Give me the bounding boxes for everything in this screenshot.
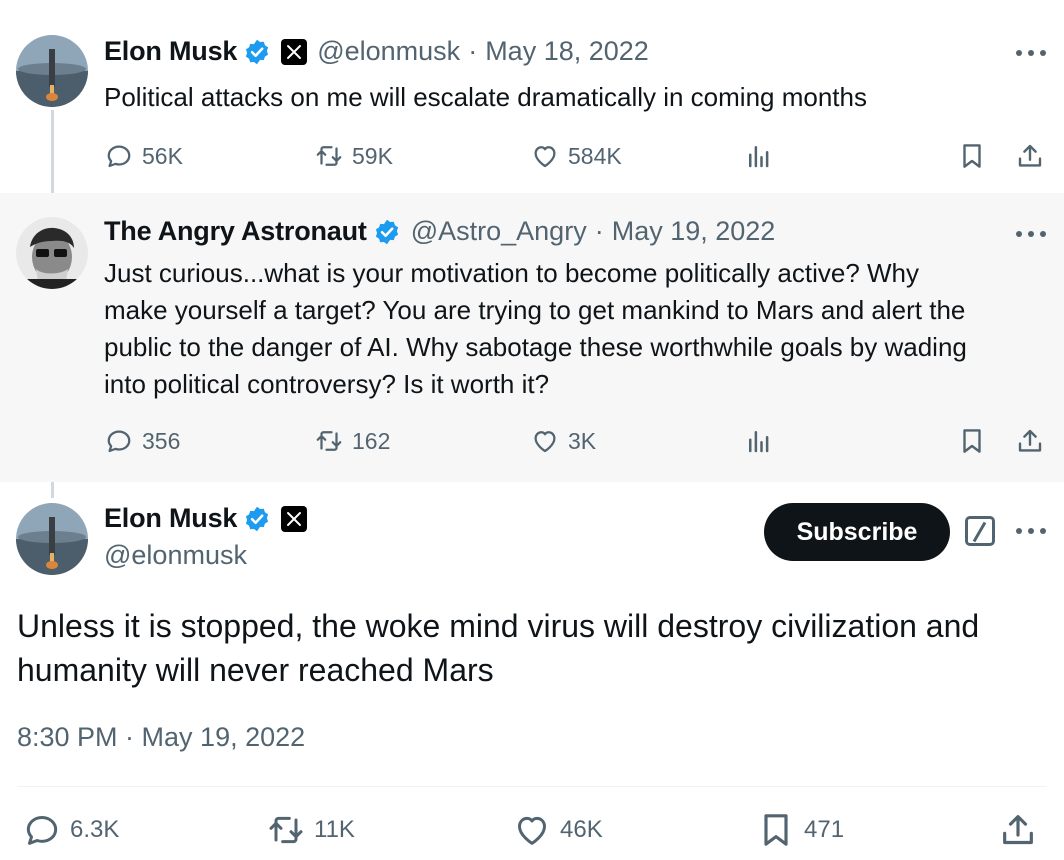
avatar[interactable] — [16, 35, 88, 107]
tweet-header: The Angry Astronaut @Astro_Angry · May 1… — [104, 216, 775, 247]
repost-icon — [266, 810, 306, 850]
action-bar: 6.3K 11K 46K 471 — [22, 810, 1046, 852]
separator: · — [594, 216, 604, 246]
reply-icon — [104, 426, 134, 456]
verified-badge-icon[interactable] — [373, 218, 401, 246]
repost-count: 162 — [352, 427, 391, 454]
reply-count: 356 — [142, 427, 181, 454]
bookmark-button[interactable]: 471 — [756, 810, 844, 850]
like-count: 584K — [568, 142, 622, 169]
display-name[interactable]: The Angry Astronaut — [104, 216, 367, 247]
avatar[interactable] — [16, 503, 88, 575]
more-icon[interactable] — [1016, 224, 1046, 244]
thread-tweet[interactable]: Elon Musk @elonmusk · May 18, 2022 Polit… — [0, 0, 1064, 193]
reply-icon — [104, 141, 134, 171]
verified-badge-icon[interactable] — [243, 505, 271, 533]
bookmark-icon — [756, 810, 796, 850]
repost-button[interactable]: 162 — [314, 426, 390, 456]
like-icon — [530, 141, 560, 171]
display-name[interactable]: Elon Musk — [104, 503, 237, 534]
reply-count: 6.3K — [70, 816, 120, 843]
x-affiliate-icon[interactable] — [281, 505, 308, 532]
divider — [17, 786, 1047, 787]
reply-button[interactable]: 356 — [104, 426, 180, 456]
views-button[interactable] — [744, 426, 774, 456]
repost-button[interactable]: 59K — [314, 141, 393, 171]
tweet-header: Elon Musk @elonmusk · May 18, 2022 — [104, 36, 649, 67]
tweet-text-line: make yourself a target? You are trying t… — [104, 295, 966, 325]
handle[interactable]: @elonmusk — [104, 540, 247, 571]
more-icon[interactable] — [1016, 43, 1046, 63]
avatar[interactable] — [16, 217, 88, 289]
reply-icon — [22, 810, 62, 850]
bookmark-button[interactable] — [957, 426, 987, 456]
post-date[interactable]: May 19, 2022 — [612, 216, 776, 247]
like-icon — [512, 810, 552, 850]
views-icon — [744, 141, 774, 171]
post-date[interactable]: May 18, 2022 — [485, 36, 649, 67]
share-icon — [998, 810, 1038, 850]
views-icon — [744, 426, 774, 456]
tweet-text: Just curious...what is your motivation t… — [104, 255, 967, 403]
like-count: 46K — [560, 816, 603, 843]
share-button[interactable] — [1015, 141, 1045, 171]
share-icon — [1015, 141, 1045, 171]
share-button[interactable] — [1015, 426, 1045, 456]
tweet-text-line: humanity will never reached Mars — [17, 652, 494, 688]
bookmark-icon — [957, 141, 987, 171]
reply-button[interactable]: 56K — [104, 141, 183, 171]
handle[interactable]: @Astro_Angry — [411, 216, 587, 247]
repost-button[interactable]: 11K — [266, 810, 355, 850]
repost-count: 11K — [314, 816, 355, 843]
grok-icon[interactable] — [965, 516, 995, 546]
handle[interactable]: @elonmusk — [317, 36, 460, 67]
x-affiliate-icon[interactable] — [281, 38, 308, 65]
tweet-text: Unless it is stopped, the woke mind viru… — [17, 604, 1037, 692]
tweet-header: Elon Musk — [104, 503, 308, 534]
more-icon[interactable] — [1016, 521, 1046, 541]
subscribe-button[interactable]: Subscribe — [764, 503, 950, 561]
bookmark-icon — [957, 426, 987, 456]
share-button[interactable] — [998, 810, 1038, 850]
tweet-text-line: Just curious...what is your motivation t… — [104, 258, 920, 288]
views-button[interactable] — [744, 141, 774, 171]
like-button[interactable]: 46K — [512, 810, 603, 850]
tweet-text: Political attacks on me will escalate dr… — [104, 82, 867, 112]
post-timestamp[interactable]: 8:30 PM · May 19, 2022 — [17, 722, 305, 753]
repost-icon — [314, 426, 344, 456]
reply-button[interactable]: 6.3K — [22, 810, 119, 850]
verified-badge-icon[interactable] — [243, 38, 271, 66]
bookmark-button[interactable] — [957, 141, 987, 171]
separator: · — [468, 36, 478, 66]
reply-count: 56K — [142, 142, 183, 169]
like-icon — [530, 426, 560, 456]
tweet-text-line: Unless it is stopped, the woke mind viru… — [17, 608, 980, 644]
like-count: 3K — [568, 427, 597, 454]
repost-icon — [314, 141, 344, 171]
action-bar: 356 162 3K — [104, 426, 1046, 458]
tweet-text-line: into political controversy? Is it worth … — [104, 369, 550, 399]
bookmark-count: 471 — [804, 816, 845, 843]
tweet-text-line: public to the danger of AI. Why sabotage… — [104, 332, 967, 362]
share-icon — [1015, 426, 1045, 456]
display-name[interactable]: Elon Musk — [104, 36, 237, 67]
action-bar: 56K 59K 584K — [104, 141, 1046, 173]
like-button[interactable]: 3K — [530, 426, 596, 456]
repost-count: 59K — [352, 142, 393, 169]
like-button[interactable]: 584K — [530, 141, 622, 171]
thread-tweet[interactable]: The Angry Astronaut @Astro_Angry · May 1… — [0, 193, 1064, 482]
